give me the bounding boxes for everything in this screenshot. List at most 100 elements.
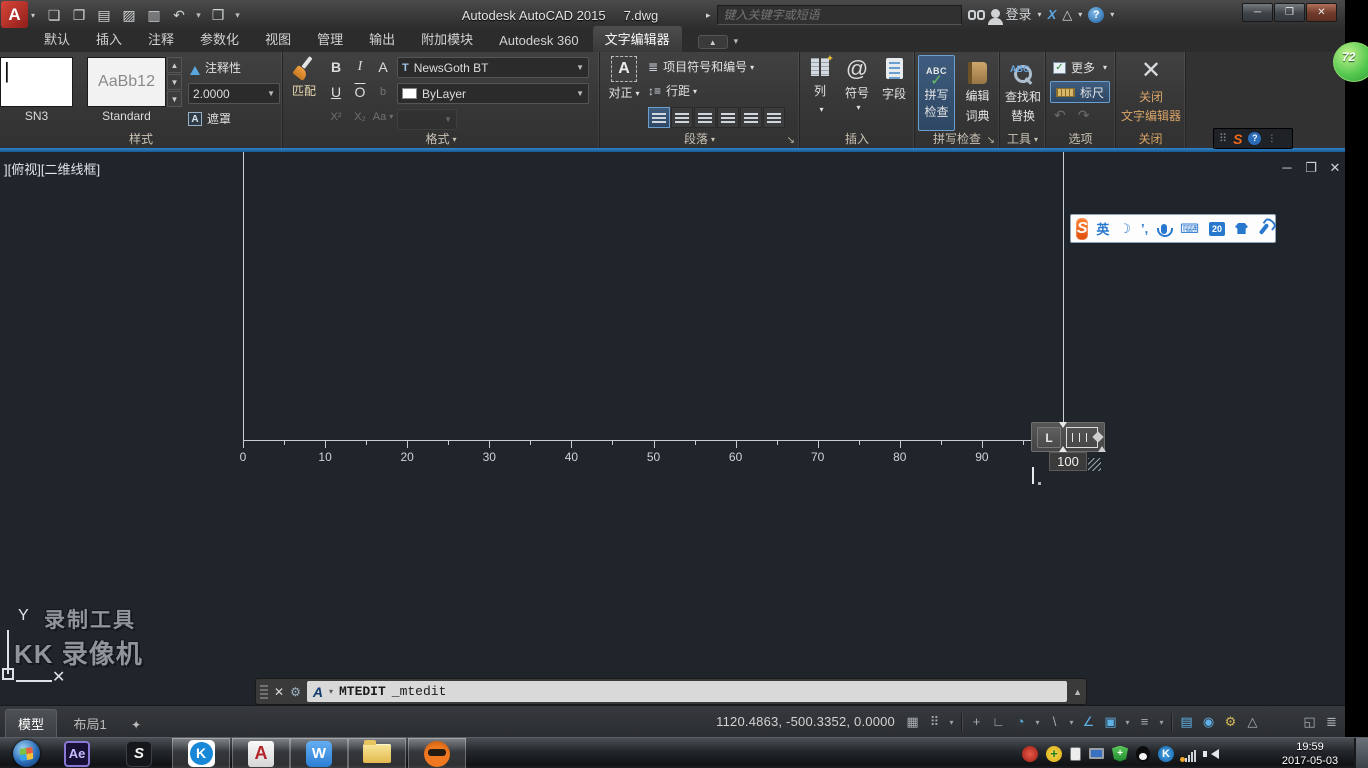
qat-plot-icon[interactable]: ▥ [144, 4, 164, 26]
ribbon-tab-view[interactable]: 视图 [253, 26, 303, 52]
panel-label-options[interactable]: 选项 [1046, 130, 1115, 147]
qq-tray-icon[interactable] [1136, 745, 1150, 762]
mtext-right-boundary[interactable] [1063, 152, 1064, 456]
search-binoculars-icon[interactable] [967, 10, 985, 20]
subscript-button[interactable]: X₂ [349, 106, 371, 128]
sogou-drag-dots-icon[interactable]: ⠿ [1219, 132, 1227, 145]
sogou-pinyin-app[interactable]: S [110, 738, 168, 768]
italic-button[interactable]: I [349, 56, 371, 78]
resize-hatch-grip[interactable] [1088, 458, 1101, 471]
ribbon-tab-autodesk-360[interactable]: Autodesk 360 [487, 30, 591, 52]
sogou-punctuation-icon[interactable]: ’, [1141, 221, 1148, 236]
lineweight-caret-icon[interactable]: ▾ [1157, 718, 1166, 727]
panel-label-style[interactable]: 样式 [0, 130, 282, 147]
doc-restore-button[interactable]: ❐ [1300, 160, 1322, 176]
wangwang-app[interactable] [408, 738, 466, 768]
match-properties-button[interactable]: 匹配 [286, 56, 322, 99]
oblique-angle-field[interactable]: ▼ [397, 109, 457, 130]
signin-user-icon[interactable] [987, 8, 1003, 25]
background-mask-button[interactable]: A 遮罩 [188, 110, 231, 127]
signin-label[interactable]: 登录 [1006, 5, 1032, 25]
tracking-button[interactable]: A [372, 56, 394, 78]
customization-menu-icon[interactable]: ≣ [1322, 710, 1341, 734]
command-input[interactable]: A ▾ MTEDIT _mtedit [306, 681, 1068, 702]
network-tray-icon[interactable] [1180, 746, 1198, 762]
spell-check-button[interactable]: ABC ✓ 拼写 检查 [918, 55, 955, 131]
first-line-indent-grip[interactable] [1059, 422, 1067, 432]
font-combo[interactable]: T NewsGoth BT ▼ [397, 57, 589, 78]
taskbar-clock[interactable]: 19:59 2017-05-03 [1272, 740, 1348, 768]
panel-label-paragraph[interactable]: 段落 [600, 130, 799, 147]
comm-caret-icon[interactable]: ▾ [1078, 5, 1082, 25]
safety-plus-tray-icon[interactable]: + [1046, 745, 1062, 762]
qat-undo-icon[interactable]: ↶ [169, 4, 189, 26]
sogou-logo-icon[interactable]: S [1233, 131, 1242, 147]
redo-icon[interactable]: ↷ [1078, 107, 1090, 124]
osnap-tracking-icon[interactable]: ∠ [1079, 710, 1098, 734]
style-gallery-expand-button[interactable]: ▼ [167, 91, 182, 107]
isometric-drafting-icon[interactable]: \ [1045, 710, 1064, 734]
paragraph-indent-grip[interactable] [1059, 442, 1067, 452]
accelerator-ball-overlay[interactable]: 72 [1333, 42, 1368, 82]
object-snap-icon[interactable]: ▣ [1101, 710, 1120, 734]
ribbon-tab-text-editor[interactable]: 文字编辑器 [592, 26, 682, 52]
text-height-combo[interactable]: 2.0000 ▼ [188, 83, 280, 104]
stack-button[interactable]: b [372, 81, 394, 103]
field-button[interactable]: 字段 [877, 58, 911, 102]
style-name-current[interactable]: SN3 [0, 109, 73, 123]
align-center-button[interactable] [694, 107, 716, 128]
polar-tracking-icon[interactable]: ◔ [1011, 710, 1030, 734]
ribbon-tab-home[interactable]: 默认 [32, 26, 82, 52]
model-tab[interactable]: 模型 [5, 709, 58, 737]
osnap-caret-icon[interactable]: ▾ [1123, 718, 1132, 727]
panel-label-format[interactable]: 格式 [283, 130, 599, 147]
clean-screen-icon[interactable]: ◱ [1300, 710, 1319, 734]
ruler-toggle-button[interactable]: 标尺 [1050, 81, 1110, 103]
start-button[interactable] [6, 738, 46, 768]
new-layout-button[interactable]: ✦ [123, 714, 149, 736]
qat-saveas-icon[interactable]: ▨ [119, 4, 139, 26]
ruler-width-grip[interactable]: L [1031, 422, 1106, 452]
lineweight-icon[interactable]: ≡ [1135, 710, 1154, 734]
volume-tray-icon[interactable] [1203, 748, 1219, 759]
align-distribute-button[interactable] [763, 107, 785, 128]
device-clipboard-tray-icon[interactable] [1070, 746, 1081, 761]
mtext-ruler[interactable]: 0102030405060708090100 [240, 440, 1074, 470]
search-input[interactable] [716, 5, 962, 25]
help-caret-icon[interactable]: ▾ [1110, 5, 1114, 25]
width-grip-arrow[interactable] [1098, 442, 1106, 452]
exchange-apps-icon[interactable]: X [1048, 5, 1057, 25]
iso-caret-icon[interactable]: ▾ [1067, 718, 1076, 727]
sogou-halfwidth-moon-icon[interactable]: ☽ [1119, 221, 1131, 237]
sogou-settings-wrench-icon[interactable] [1258, 222, 1270, 235]
qat-new-icon[interactable]: ❏ [44, 4, 64, 26]
align-left-button[interactable] [671, 107, 693, 128]
app-menu-button[interactable]: A [1, 1, 28, 28]
panel-label-insert[interactable]: 插入 [800, 130, 914, 147]
line-spacing-button[interactable]: ↕≡ 行距 [648, 82, 697, 99]
autocad-app[interactable]: A [232, 738, 290, 768]
underline-button[interactable]: U [325, 81, 347, 103]
snap-caret-icon[interactable]: ▾ [947, 718, 956, 727]
align-default-button[interactable] [648, 107, 670, 128]
polar-caret-icon[interactable]: ▾ [1033, 718, 1042, 727]
edit-dictionaries-button[interactable]: 编辑 词典 [959, 55, 996, 131]
bold-button[interactable]: B [325, 56, 347, 78]
align-justify-button[interactable] [740, 107, 762, 128]
command-history-expand-icon[interactable]: ▲ [1073, 687, 1082, 697]
color-combo[interactable]: ByLayer ▼ [397, 83, 589, 104]
wps-writer-app[interactable]: W [290, 738, 348, 768]
style-scroll-down-button[interactable]: ▼ [167, 74, 182, 90]
dynamic-input-icon[interactable]: + [967, 710, 986, 734]
spellcheck-dialog-launcher[interactable]: ↘ [987, 135, 995, 146]
command-recent-caret-icon[interactable]: ▾ [329, 687, 333, 696]
qat-customize-caret-icon[interactable]: ▾ [233, 4, 242, 26]
infocenter-expand-icon[interactable]: ▸ [706, 5, 711, 25]
sogou-anniversary-badge[interactable]: 20 [1209, 221, 1225, 236]
wangwang-tray-icon[interactable] [1022, 745, 1038, 762]
command-close-icon[interactable]: ✕ [274, 685, 284, 699]
workspace-switching-icon[interactable]: ⚙ [1221, 710, 1240, 734]
ribbon-tab-parametric[interactable]: 参数化 [188, 26, 251, 52]
justification-button[interactable]: A 对正 [605, 56, 643, 101]
ribbon-tab-output[interactable]: 输出 [357, 26, 407, 52]
